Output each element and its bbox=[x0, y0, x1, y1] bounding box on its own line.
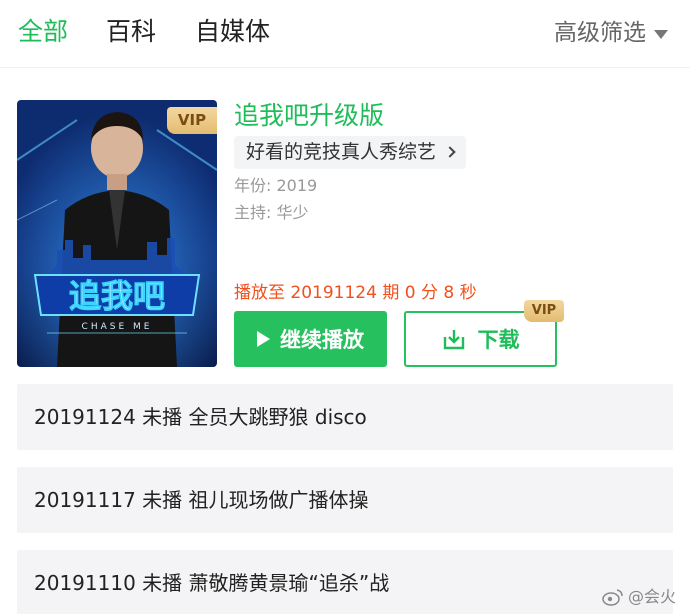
download-vip-badge: VIP bbox=[524, 300, 564, 322]
show-tag[interactable]: 好看的竞技真人秀综艺 bbox=[234, 136, 467, 169]
advanced-filter-label: 高级筛选 bbox=[554, 20, 646, 46]
show-tag-label: 好看的竞技真人秀综艺 bbox=[246, 141, 437, 163]
category-tabs: 全部 百科 自媒体 高级筛选 bbox=[0, 0, 690, 68]
tab-self-media[interactable]: 自媒体 bbox=[195, 14, 270, 50]
advanced-filter-button[interactable]: 高级筛选 bbox=[554, 16, 668, 50]
poster-logo-subtitle: CHASE ME bbox=[82, 322, 153, 332]
show-poster[interactable]: 追我吧 CHASE ME bbox=[17, 100, 217, 367]
watermark-text: @会火 bbox=[627, 587, 676, 606]
tab-encyclopedia[interactable]: 百科 bbox=[106, 14, 156, 50]
show-year: 年份: 2019 bbox=[234, 176, 318, 195]
vip-badge: VIP bbox=[167, 107, 217, 134]
episode-item[interactable]: 20191117 未播 祖儿现场做广播体操 bbox=[17, 467, 673, 533]
episode-item[interactable]: 20191124 未播 全员大跳野狼 disco bbox=[17, 384, 673, 450]
caret-down-icon bbox=[654, 29, 668, 39]
watch-progress: 播放至 20191124 期 0 分 8 秒 bbox=[234, 283, 477, 303]
play-icon bbox=[257, 331, 270, 347]
episode-item[interactable]: 20191110 未播 萧敬腾黄景瑜“追杀”战 bbox=[17, 550, 673, 614]
weibo-icon bbox=[602, 589, 623, 606]
tab-all[interactable]: 全部 bbox=[18, 14, 68, 50]
show-title[interactable]: 追我吧升级版 bbox=[234, 98, 384, 134]
download-label: 下载 bbox=[477, 328, 520, 352]
continue-play-label: 继续播放 bbox=[280, 328, 364, 352]
download-icon bbox=[443, 330, 464, 350]
watermark: @会火 bbox=[602, 584, 676, 610]
chevron-right-icon bbox=[444, 146, 456, 158]
show-host: 主持: 华少 bbox=[234, 203, 309, 222]
continue-play-button[interactable]: 继续播放 bbox=[234, 311, 387, 367]
poster-logo-text: 追我吧 bbox=[69, 277, 165, 315]
